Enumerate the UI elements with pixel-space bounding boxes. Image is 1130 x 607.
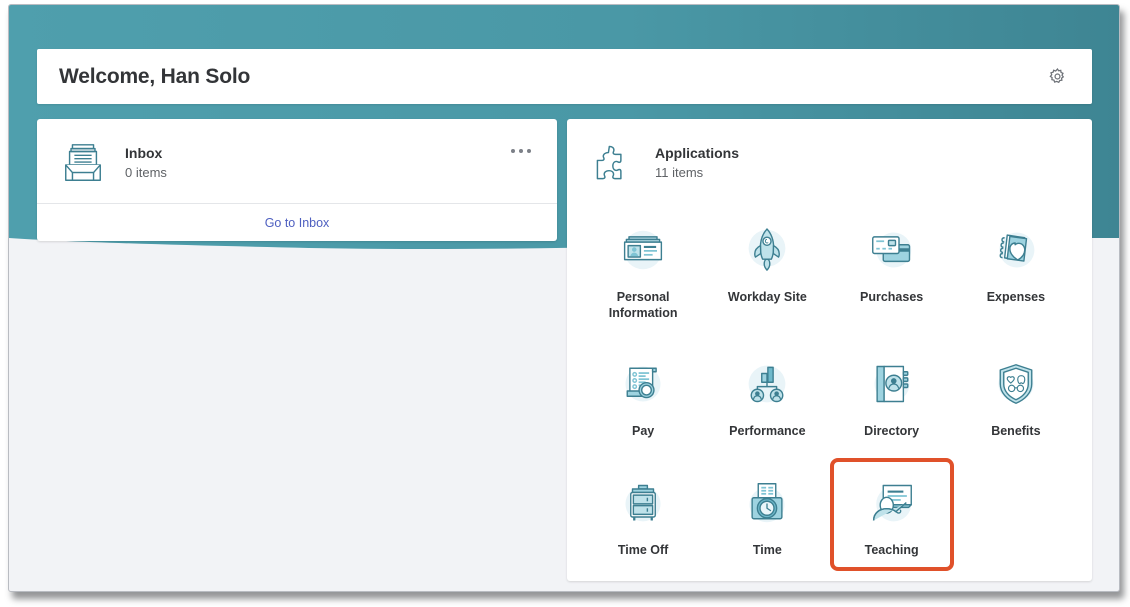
applications-title: Applications	[655, 145, 740, 162]
app-tile-pay[interactable]: Pay	[581, 339, 705, 452]
org-chart-icon	[736, 353, 798, 415]
inbox-card-text: Inbox 0 items	[125, 143, 505, 183]
app-label: Time Off	[617, 542, 669, 557]
applications-grid: Personal Information Workday Site Purcha…	[567, 195, 1092, 591]
app-tile-performance[interactable]: Performance	[705, 339, 829, 452]
app-tile-teaching[interactable]: Teaching	[829, 457, 954, 571]
app-label: Workday Site	[727, 290, 807, 304]
hand-cash-icon	[985, 219, 1047, 281]
app-label: Performance	[729, 424, 806, 439]
ellipsis-dot	[511, 149, 515, 153]
app-tile-time-off[interactable]: Time Off	[581, 458, 705, 571]
app-label: Purchases	[860, 290, 924, 304]
page-content: Welcome, Han Solo Inbox 0 items Go to In…	[9, 5, 1119, 591]
address-book-icon	[861, 353, 923, 415]
rocket-icon	[736, 219, 798, 281]
inbox-more-options-button[interactable]	[505, 143, 537, 159]
inbox-card-footer: Go to Inbox	[37, 203, 557, 241]
inbox-card-header: Inbox 0 items	[37, 119, 557, 203]
go-to-inbox-link[interactable]: Go to Inbox	[265, 216, 330, 230]
applications-item-count: 11 items	[655, 165, 704, 181]
teaching-board-icon	[861, 472, 923, 534]
app-label: Benefits	[991, 424, 1041, 439]
app-tile-expenses[interactable]: Expenses	[954, 205, 1078, 333]
id-card-icon	[612, 219, 674, 281]
page-title: Welcome, Han Solo	[59, 64, 251, 88]
welcome-header: Welcome, Han Solo	[37, 49, 1092, 104]
app-label: Pay	[632, 424, 655, 439]
app-tile-directory[interactable]: Directory	[830, 339, 954, 452]
shield-benefits-icon	[985, 353, 1047, 415]
app-tile-time[interactable]: Time	[705, 458, 829, 571]
applications-card: Applications 11 items Personal Informati…	[567, 119, 1092, 581]
app-label: Personal Information	[608, 290, 678, 320]
applications-card-header: Applications 11 items	[567, 119, 1092, 195]
app-tile-benefits[interactable]: Benefits	[954, 339, 1078, 452]
puzzle-piece-icon	[587, 137, 639, 189]
inbox-tray-icon	[57, 137, 109, 189]
app-tile-purchases[interactable]: Purchases	[830, 205, 954, 333]
settings-button[interactable]	[1044, 64, 1070, 90]
app-label: Expenses	[986, 290, 1046, 304]
applications-card-text: Applications 11 items	[655, 143, 1072, 183]
gear-icon	[1048, 68, 1064, 84]
pay-statement-icon	[612, 353, 674, 415]
app-label: Time	[752, 542, 782, 557]
time-clock-icon	[736, 472, 798, 534]
inbox-card: Inbox 0 items Go to Inbox	[37, 119, 557, 241]
inbox-item-count: 0 items	[125, 165, 167, 181]
app-label: Teaching	[864, 542, 919, 557]
ellipsis-dot	[519, 149, 523, 153]
app-label: Directory	[864, 424, 920, 439]
inbox-title: Inbox	[125, 145, 163, 162]
ellipsis-dot	[527, 149, 531, 153]
app-tile-workday-site[interactable]: Workday Site	[705, 205, 829, 333]
suitcase-icon	[612, 472, 674, 534]
app-tile-personal-information[interactable]: Personal Information	[581, 205, 705, 333]
credit-cards-icon	[861, 219, 923, 281]
browser-window: Welcome, Han Solo Inbox 0 items Go to In…	[8, 4, 1120, 592]
